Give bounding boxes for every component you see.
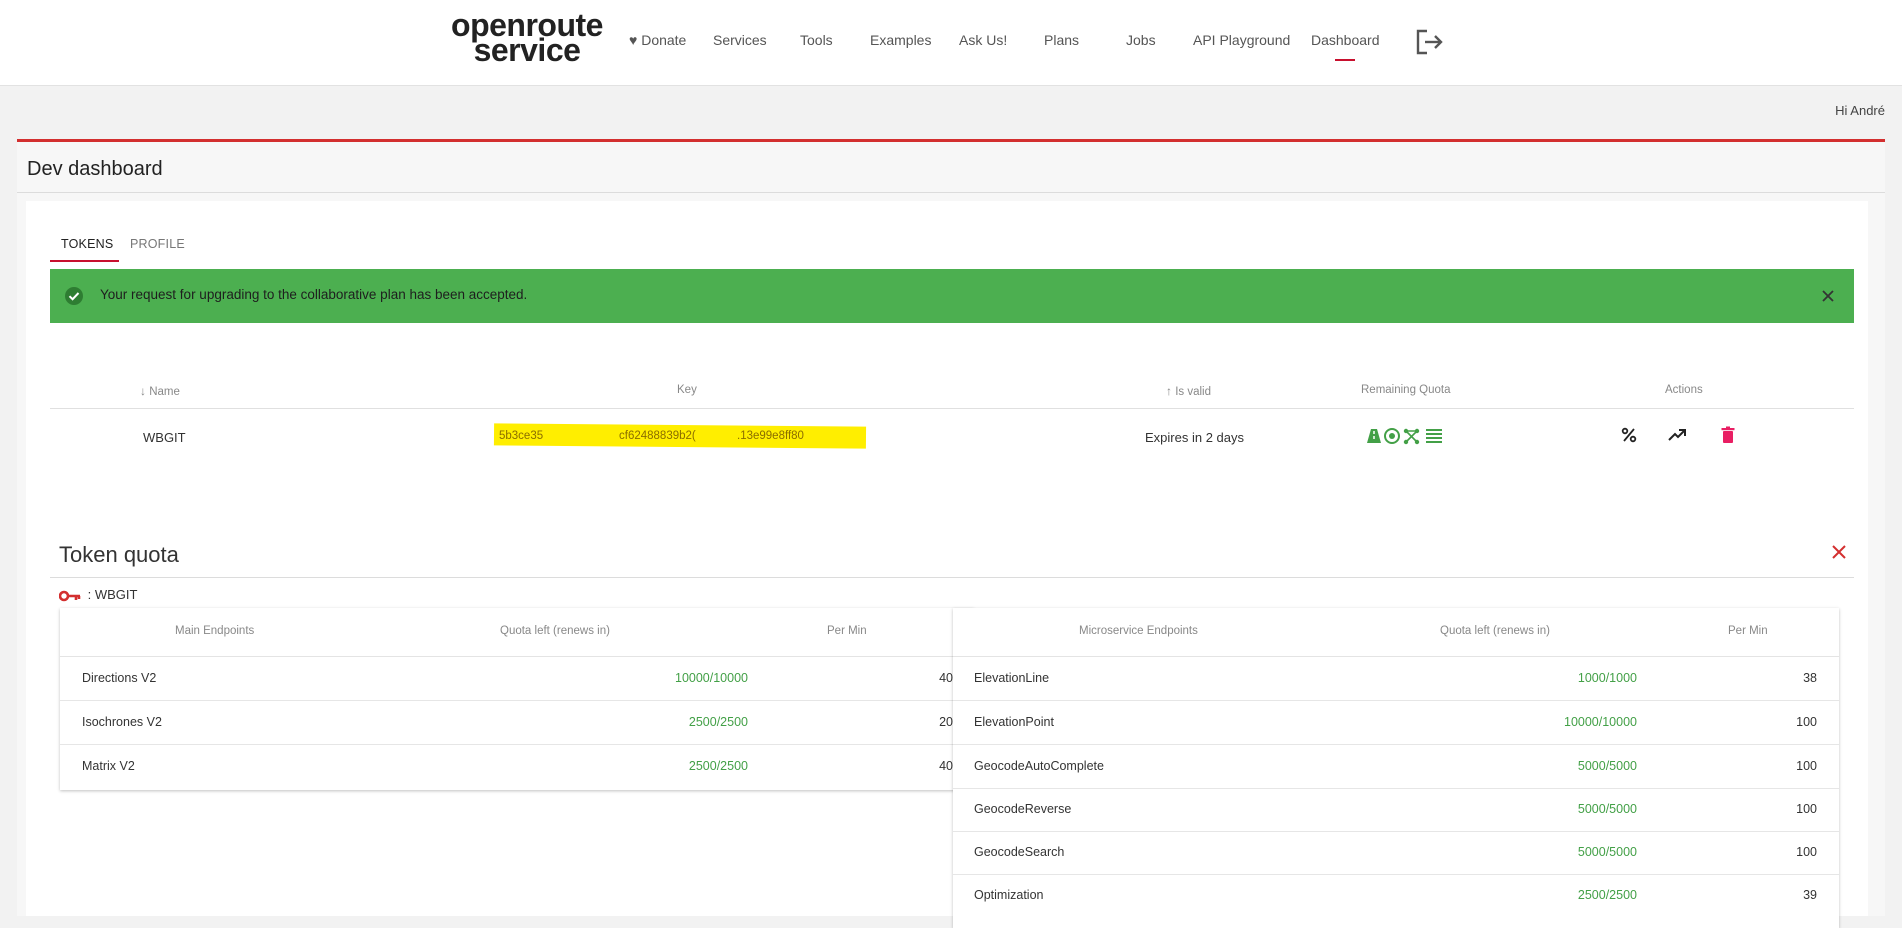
nav-plans[interactable]: Plans bbox=[1044, 32, 1079, 48]
token-key-part: .13e99e8ff80 bbox=[737, 430, 804, 442]
table-row: ElevationPoint 10000/10000 100 bbox=[953, 701, 1839, 745]
column-header: Microservice Endpoints bbox=[1079, 625, 1198, 637]
column-header-is-valid[interactable]: ↑ Is valid bbox=[1166, 384, 1211, 398]
sort-arrow-down-icon: ↓ bbox=[140, 384, 146, 398]
token-key-part: 5b3ce35 bbox=[499, 430, 544, 442]
token-quota-key: : WBGIT bbox=[58, 587, 137, 602]
check-circle-icon bbox=[64, 286, 84, 306]
endpoint-per-min: 100 bbox=[1796, 759, 1817, 773]
endpoint-name: Directions V2 bbox=[82, 671, 157, 685]
dev-dashboard-card: Dev dashboard TOKENS PROFILE Your reques… bbox=[17, 139, 1885, 928]
token-key-part: cf62488839b2( bbox=[619, 430, 696, 442]
remaining-quota-icons[interactable] bbox=[1364, 427, 1454, 445]
page-title: Dev dashboard bbox=[27, 158, 163, 180]
microservice-endpoints-table: Microservice Endpoints Quota left (renew… bbox=[953, 608, 1839, 928]
top-navbar: openroute service ♥ Donate Services Tool… bbox=[0, 0, 1902, 86]
table-header: Main Endpoints Quota left (renews in) Pe… bbox=[60, 608, 974, 657]
logout-icon[interactable] bbox=[1414, 28, 1444, 56]
endpoint-name: Optimization bbox=[974, 888, 1044, 902]
column-header: Quota left (renews in) bbox=[1440, 625, 1550, 637]
column-header-remaining-quota: Remaining Quota bbox=[1361, 384, 1451, 396]
close-icon[interactable] bbox=[1830, 543, 1848, 561]
trending-up-icon[interactable] bbox=[1667, 425, 1687, 445]
column-header: Per Min bbox=[827, 625, 867, 637]
road-icon bbox=[1367, 429, 1381, 443]
table-row: Optimization 2500/2500 39 bbox=[953, 874, 1839, 917]
delete-icon[interactable] bbox=[1718, 425, 1738, 445]
main-endpoints-table: Main Endpoints Quota left (renews in) Pe… bbox=[60, 608, 974, 790]
token-quota-title: Token quota bbox=[59, 542, 179, 567]
endpoint-quota: 2500/2500 bbox=[688, 759, 748, 773]
list-icon bbox=[1426, 429, 1442, 443]
endpoint-name: GeocodeReverse bbox=[974, 802, 1072, 816]
nav-donate[interactable]: ♥ Donate bbox=[629, 32, 686, 48]
endpoint-name: Isochrones V2 bbox=[82, 715, 162, 729]
nav-tools[interactable]: Tools bbox=[800, 32, 833, 48]
endpoint-per-min: 100 bbox=[1796, 715, 1817, 729]
nav-ask-us[interactable]: Ask Us! bbox=[959, 32, 1007, 48]
active-tab-indicator bbox=[50, 260, 119, 262]
token-name: WBGIT bbox=[143, 430, 186, 445]
table-row: Isochrones V2 2500/2500 20 bbox=[60, 701, 974, 745]
token-validity: Expires in 2 days bbox=[1145, 430, 1244, 445]
endpoint-per-min: 20 bbox=[939, 715, 953, 729]
column-header: Per Min bbox=[1728, 625, 1768, 637]
column-header-key: Key bbox=[677, 384, 697, 396]
alert-message: Your request for upgrading to the collab… bbox=[100, 287, 528, 302]
endpoint-per-min: 38 bbox=[1803, 671, 1817, 685]
table-row: GeocodeSearch 5000/5000 100 bbox=[953, 831, 1839, 875]
tab-profile[interactable]: PROFILE bbox=[130, 237, 185, 251]
sort-arrow-up-icon: ↑ bbox=[1166, 384, 1172, 398]
endpoint-quota: 5000/5000 bbox=[1577, 759, 1637, 773]
endpoint-name: GeocodeSearch bbox=[974, 845, 1065, 859]
endpoint-quota: 2500/2500 bbox=[688, 715, 748, 729]
tab-tokens[interactable]: TOKENS bbox=[61, 237, 113, 251]
endpoint-name: GeocodeAutoComplete bbox=[974, 759, 1104, 773]
endpoint-quota: 2500/2500 bbox=[1577, 888, 1637, 902]
table-row: Matrix V2 2500/2500 40 bbox=[60, 745, 974, 788]
endpoint-per-min: 40 bbox=[939, 671, 953, 685]
endpoint-per-min: 100 bbox=[1796, 802, 1817, 816]
table-row: GeocodeReverse 5000/5000 100 bbox=[953, 788, 1839, 832]
endpoint-per-min: 39 bbox=[1803, 888, 1817, 902]
column-header: Main Endpoints bbox=[175, 625, 255, 637]
nav-examples[interactable]: Examples bbox=[870, 32, 931, 48]
column-header: Quota left (renews in) bbox=[500, 625, 610, 637]
endpoint-quota: 5000/5000 bbox=[1577, 802, 1637, 816]
endpoint-name: Matrix V2 bbox=[82, 759, 135, 773]
table-row: ElevationLine 1000/1000 38 bbox=[953, 657, 1839, 701]
nav-services[interactable]: Services bbox=[713, 32, 767, 48]
nav-dashboard[interactable]: Dashboard bbox=[1311, 32, 1380, 61]
user-greeting: Hi André bbox=[1835, 103, 1885, 118]
endpoint-quota: 1000/1000 bbox=[1577, 671, 1637, 685]
endpoint-name: ElevationPoint bbox=[974, 715, 1054, 729]
column-header-actions: Actions bbox=[1665, 384, 1703, 396]
endpoint-quota: 5000/5000 bbox=[1577, 845, 1637, 859]
endpoint-name: ElevationLine bbox=[974, 671, 1050, 685]
endpoint-per-min: 40 bbox=[939, 759, 953, 773]
nav-jobs[interactable]: Jobs bbox=[1126, 32, 1156, 48]
divider bbox=[50, 577, 1854, 578]
success-alert: Your request for upgrading to the collab… bbox=[50, 269, 1854, 323]
table-header-divider bbox=[50, 408, 1854, 409]
column-header-name[interactable]: ↓ Name bbox=[140, 384, 180, 398]
nav-api-playground[interactable]: API Playground bbox=[1193, 32, 1290, 48]
divider bbox=[17, 192, 1885, 193]
openrouteservice-logo[interactable]: openroute service bbox=[437, 9, 617, 66]
target-icon bbox=[1384, 428, 1400, 444]
matrix-icon bbox=[1403, 428, 1420, 445]
endpoint-quota: 10000/10000 bbox=[1564, 715, 1637, 729]
close-icon[interactable] bbox=[1818, 286, 1838, 306]
percent-icon[interactable] bbox=[1619, 425, 1639, 445]
table-row: Directions V2 10000/10000 40 bbox=[60, 657, 974, 701]
dashboard-content: TOKENS PROFILE Your request for upgradin… bbox=[26, 201, 1868, 928]
table-row: GeocodeAutoComplete 5000/5000 100 bbox=[953, 745, 1839, 789]
table-header: Microservice Endpoints Quota left (renew… bbox=[953, 608, 1839, 657]
endpoint-per-min: 100 bbox=[1796, 845, 1817, 859]
endpoint-quota: 10000/10000 bbox=[675, 671, 748, 685]
key-icon bbox=[58, 590, 81, 602]
